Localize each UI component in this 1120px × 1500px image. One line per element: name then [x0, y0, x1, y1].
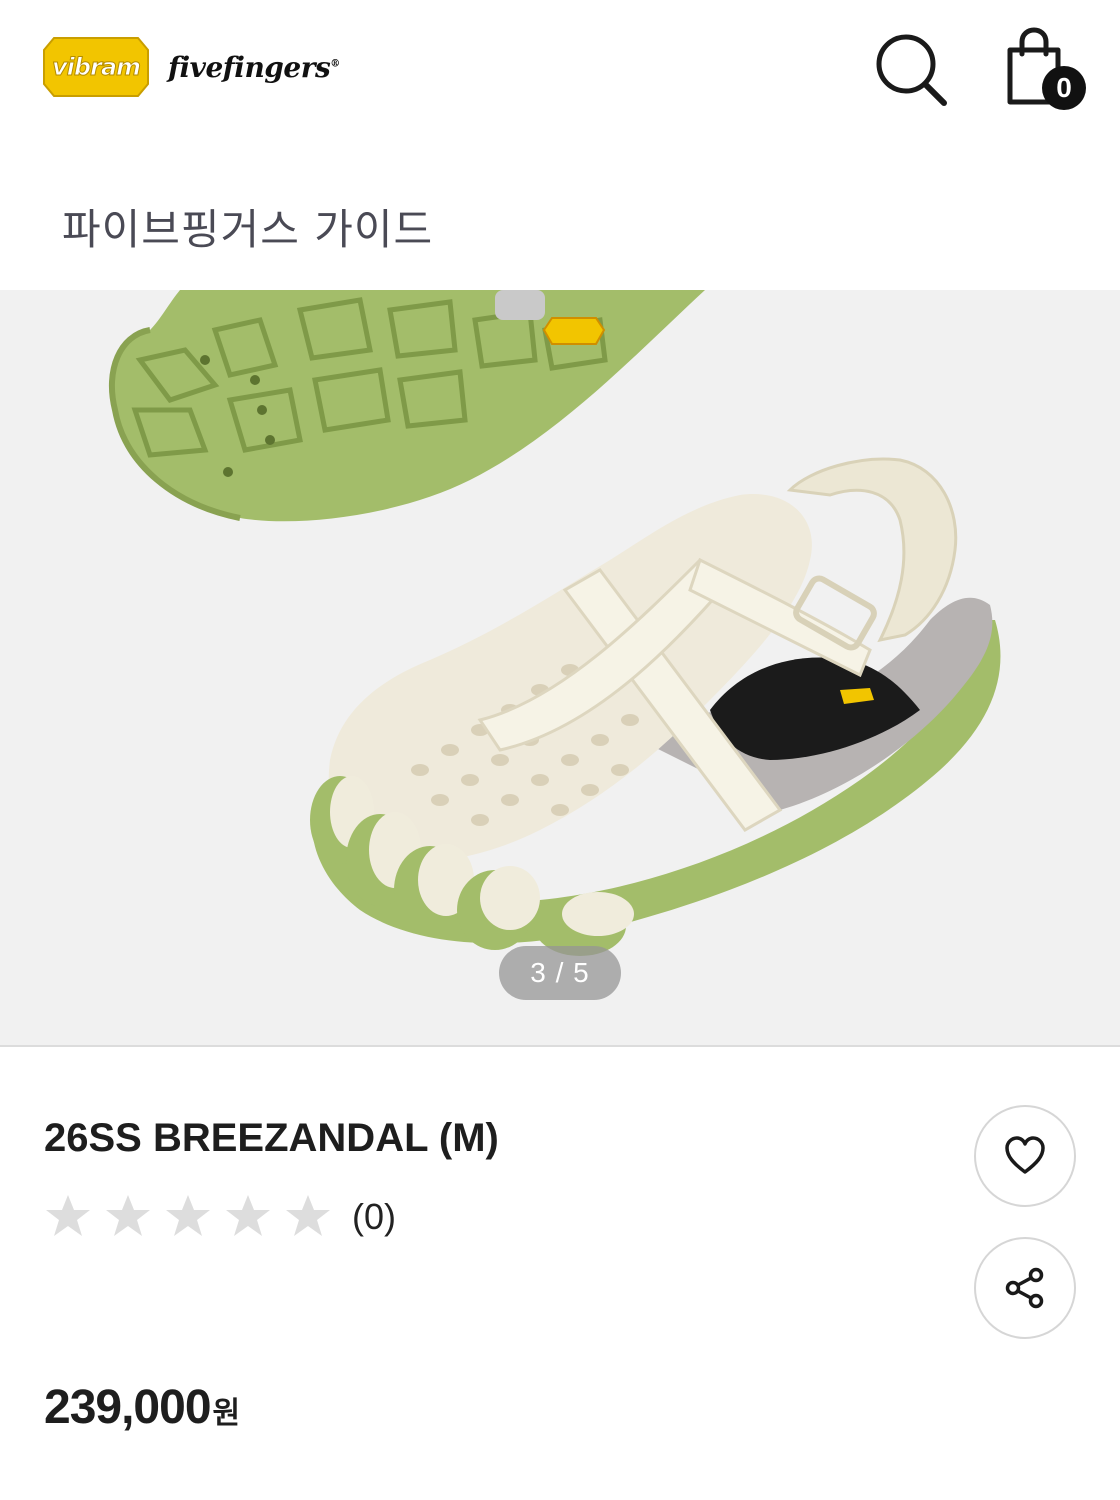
search-icon: [876, 34, 947, 106]
product-image: [108, 290, 1001, 956]
gallery-divider: [0, 1045, 1120, 1047]
share-icon: [1005, 1267, 1044, 1309]
cart-count-badge: 0: [1042, 66, 1086, 110]
star-icon: [286, 1195, 330, 1236]
review-count[interactable]: (0): [352, 1196, 396, 1238]
brand-logo[interactable]: vibram fivefingers®: [42, 36, 340, 98]
sole-illustration: [108, 290, 705, 522]
product-image-gallery[interactable]: [0, 290, 1120, 1045]
vibram-badge: vibram: [42, 36, 150, 98]
product-price: 239,000원: [44, 1380, 241, 1435]
sandal-illustration: [310, 457, 1001, 956]
fivefingers-guide-link[interactable]: 파이브핑거스 가이드: [62, 196, 433, 257]
price-unit: 원: [212, 1397, 241, 1430]
brand-name: fivefingers®: [168, 50, 340, 84]
star-icon: [166, 1195, 210, 1236]
heart-icon: [1005, 1136, 1045, 1174]
price-value: 239,000: [44, 1381, 212, 1434]
wishlist-button[interactable]: [974, 1105, 1076, 1207]
search-button[interactable]: [872, 30, 952, 110]
star-icon: [226, 1195, 270, 1236]
gallery-pager: 3 / 5: [499, 946, 621, 1000]
cart-button[interactable]: 0: [1000, 26, 1090, 116]
site-header: vibram fivefingers® 0: [0, 0, 1120, 140]
rating-stars[interactable]: [44, 1192, 344, 1240]
product-title: 26SS BREEZANDAL (M): [44, 1116, 499, 1160]
share-button[interactable]: [974, 1237, 1076, 1339]
star-icon: [46, 1195, 90, 1236]
star-icon: [106, 1195, 150, 1236]
